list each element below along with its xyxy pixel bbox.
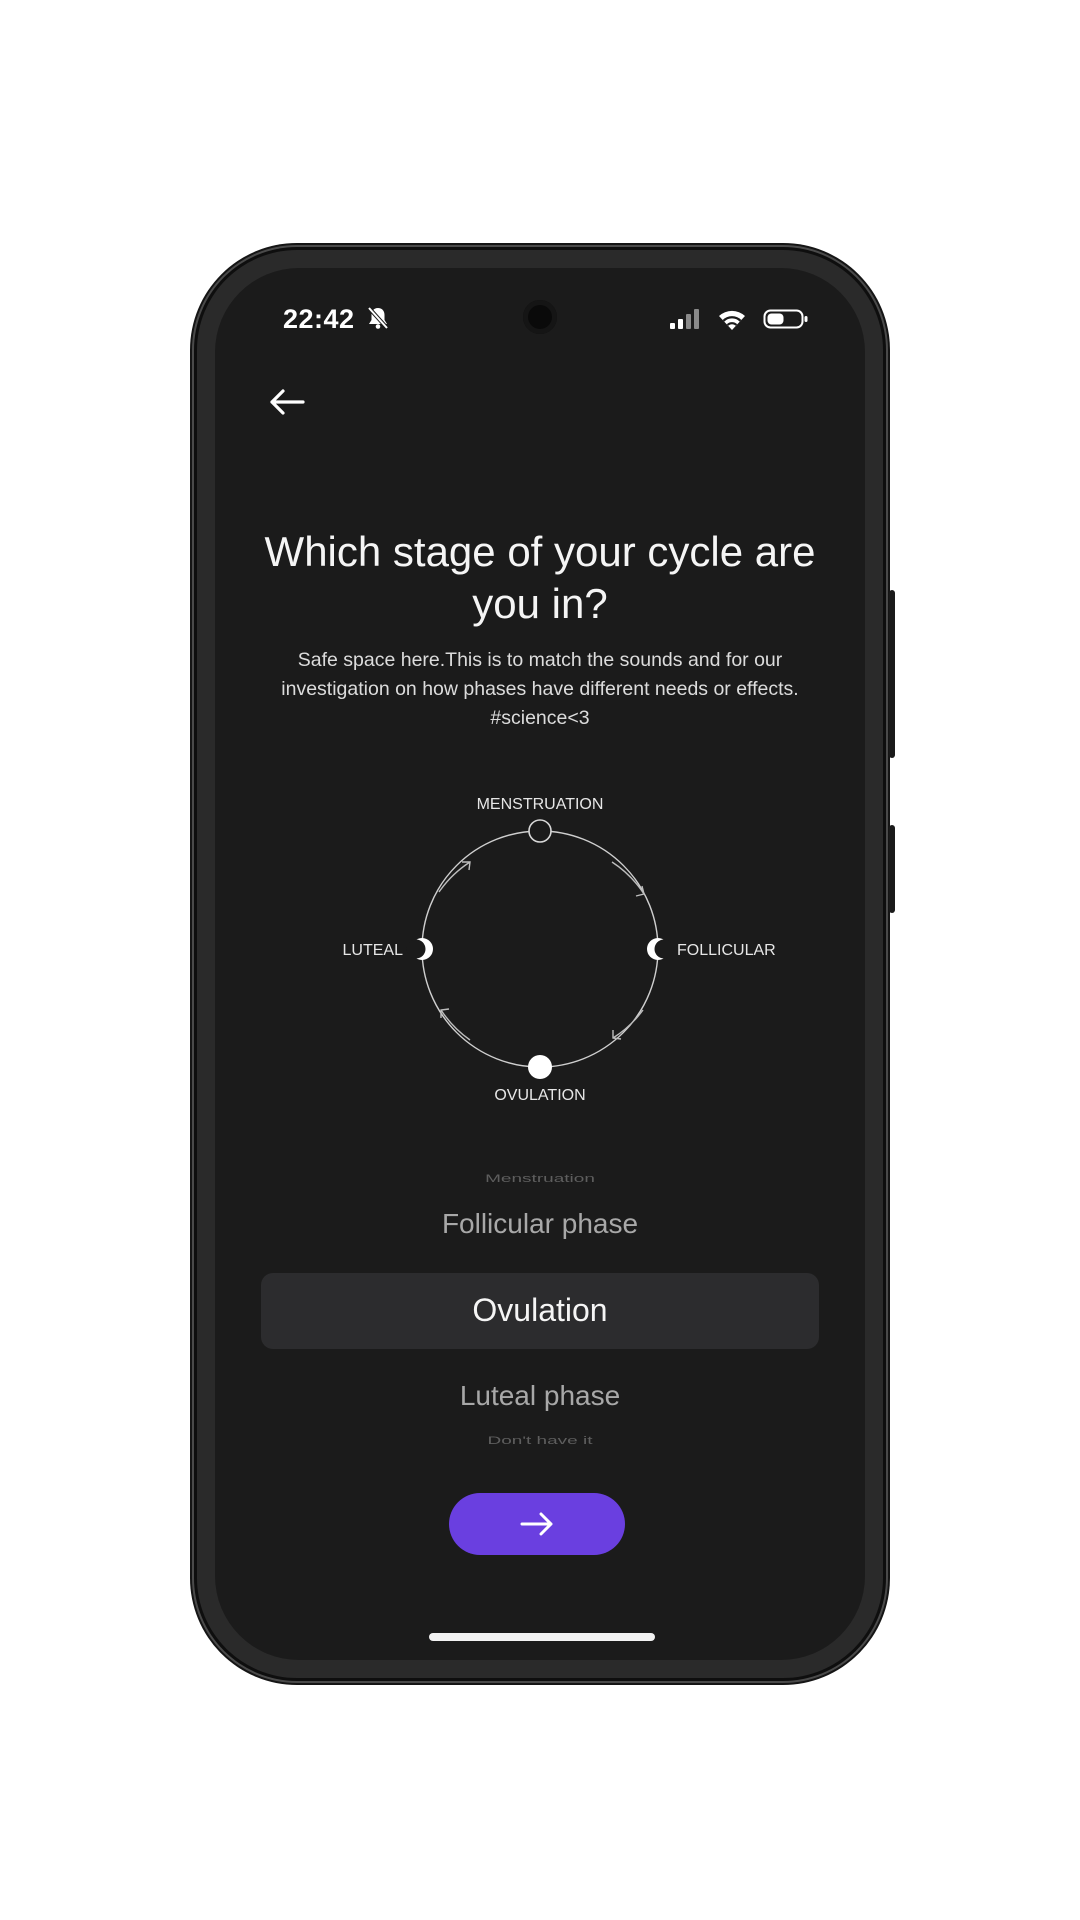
picker-option-selected[interactable]: Ovulation (215, 1292, 865, 1329)
app-screen: 22:42 Which stage of your cycle are you … (215, 268, 865, 1660)
ovulation-marker (528, 1055, 552, 1079)
next-button[interactable] (449, 1493, 625, 1555)
menstruation-marker (528, 819, 552, 843)
arrow-left-icon (270, 389, 305, 415)
question-title: Which stage of your cycle are you in? (264, 528, 816, 627)
bell-off-icon (365, 305, 391, 336)
status-bar: 22:42 (215, 268, 865, 358)
question-subtitle: Safe space here.This is to match the sou… (281, 649, 799, 729)
phase-picker[interactable]: Menstruation Follicular phase Ovulation … (215, 1168, 865, 1468)
follicular-marker (647, 938, 674, 960)
picker-option[interactable]: Follicular phase (215, 1208, 865, 1240)
volume-button (889, 590, 895, 758)
luteal-label: LUTEAL (343, 942, 404, 959)
picker-option[interactable]: Luteal phase (215, 1380, 865, 1412)
status-time: 22:42 (283, 304, 355, 334)
menstruation-label: MENSTRUATION (477, 796, 604, 813)
cycle-diagram: MENSTRUATION FOLLICULAR OVULATION LUTEAL (343, 796, 776, 1104)
home-indicator[interactable] (429, 1633, 655, 1641)
follicular-label: FOLLICULAR (677, 942, 776, 959)
wifi-icon (719, 310, 745, 330)
picker-option[interactable]: Menstruation (215, 1172, 865, 1185)
power-button (889, 825, 895, 913)
signal-icon (670, 309, 699, 329)
picker-option[interactable]: Don't have it (215, 1434, 865, 1447)
battery-icon (763, 309, 808, 329)
cycle-arrows (438, 861, 645, 1041)
back-button[interactable] (265, 380, 309, 424)
ovulation-label: OVULATION (494, 1087, 585, 1104)
phone-frame: 22:42 Which stage of your cycle are you … (197, 250, 895, 1678)
arrow-right-icon (520, 1512, 553, 1536)
luteal-marker (406, 938, 433, 960)
front-camera (523, 300, 557, 334)
